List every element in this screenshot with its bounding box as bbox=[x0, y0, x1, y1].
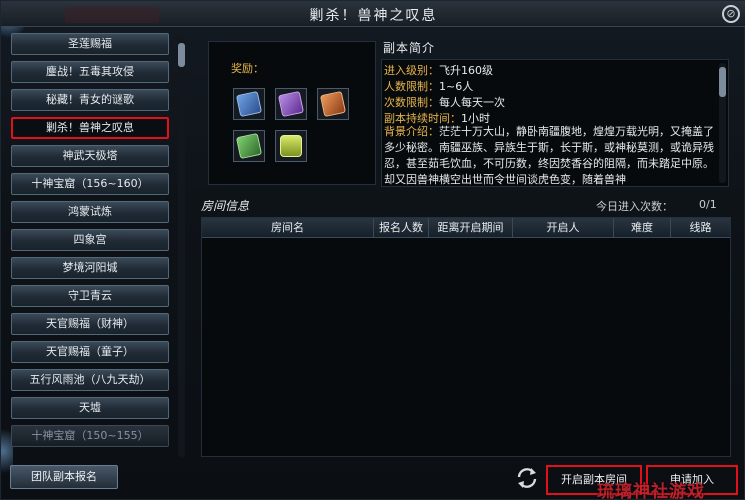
info-value: 1~6人 bbox=[439, 80, 474, 93]
sidebar-item[interactable]: 鏖战！五毒其攻侵 bbox=[11, 61, 169, 83]
today-entries-label: 今日进入次数： bbox=[596, 200, 673, 213]
info-key: 进入级别： bbox=[384, 64, 439, 77]
info-line: 次数限制：每人每天一次 bbox=[384, 94, 505, 110]
info-value: 飞升160级 bbox=[439, 64, 493, 77]
column-header-time-to-open[interactable]: 距离开启期间 bbox=[429, 218, 513, 238]
reward-slot[interactable] bbox=[233, 130, 265, 162]
background-description: 背景介绍：茫茫十万大山，静卧南疆腹地，煌煌万载光明，又掩盖了多少秘密。南疆巫族、… bbox=[384, 124, 714, 188]
reward-label: 奖励： bbox=[231, 62, 264, 75]
sidebar-item[interactable]: 神武天极塔 bbox=[11, 145, 169, 167]
blue-book-icon bbox=[235, 90, 263, 118]
info-key: 人数限制： bbox=[384, 80, 439, 93]
reward-slot[interactable] bbox=[233, 88, 265, 120]
sidebar-scrollbar[interactable] bbox=[178, 37, 185, 457]
sidebar-item[interactable]: 天墟 bbox=[11, 397, 169, 419]
reward-slot[interactable] bbox=[317, 88, 349, 120]
window-title: 剿杀！兽神之叹息 bbox=[309, 8, 438, 24]
room-section-title: 房间信息 bbox=[201, 199, 250, 213]
info-panel: 进入级别：飞升160级 人数限制：1~6人 次数限制：每人每天一次 副本持续时间… bbox=[381, 59, 729, 187]
column-header-difficulty[interactable]: 难度 bbox=[614, 218, 671, 238]
info-key: 背景介绍： bbox=[384, 125, 439, 138]
info-key: 次数限制： bbox=[384, 96, 439, 109]
column-header-room-name[interactable]: 房间名 bbox=[202, 218, 374, 238]
column-header-opener[interactable]: 开启人 bbox=[513, 218, 614, 238]
sidebar-item[interactable]: 圣莲赐福 bbox=[11, 33, 169, 55]
watermark: 琉璃神社游戏 bbox=[597, 482, 705, 500]
column-header-signup-count[interactable]: 报名人数 bbox=[374, 218, 429, 238]
sidebar-item[interactable]: 梦境河阳城 bbox=[11, 257, 169, 279]
info-scroll-thumb[interactable] bbox=[719, 67, 726, 97]
sidebar-item[interactable]: 十神宝窟（150~155） bbox=[11, 425, 169, 447]
title-bar: 剿杀！兽神之叹息 ⊘ bbox=[1, 1, 745, 27]
sidebar-item[interactable]: 十神宝窟（156~160） bbox=[11, 173, 169, 195]
sidebar-item[interactable]: 四象宫 bbox=[11, 229, 169, 251]
refresh-icon[interactable] bbox=[515, 466, 539, 490]
reward-panel: 奖励： bbox=[208, 41, 376, 185]
purple-book-icon bbox=[277, 90, 305, 118]
sidebar-item[interactable]: 天官赐福（童子） bbox=[11, 341, 169, 363]
green-book-icon bbox=[235, 132, 263, 160]
dungeon-window: 剿杀！兽神之叹息 ⊘ 圣莲赐福 鏖战！五毒其攻侵 秘藏！青女的谜歌 剿杀！兽神之… bbox=[0, 0, 745, 500]
today-entries-count: 0/1 bbox=[699, 198, 717, 211]
jade-chest-icon bbox=[280, 135, 302, 157]
reward-slot[interactable] bbox=[275, 88, 307, 120]
close-icon[interactable]: ⊘ bbox=[722, 5, 740, 23]
sidebar-item[interactable]: 五行风雨池（八九天劫） bbox=[11, 369, 169, 391]
info-title: 副本简介 bbox=[383, 41, 436, 55]
column-header-line[interactable]: 线路 bbox=[671, 218, 730, 238]
sidebar-item[interactable]: 秘藏！青女的谜歌 bbox=[11, 89, 169, 111]
info-line: 进入级别：飞升160级 bbox=[384, 62, 493, 78]
sidebar-item-selected[interactable]: 剿杀！兽神之叹息 bbox=[11, 117, 169, 139]
reward-slot[interactable] bbox=[275, 130, 307, 162]
sidebar-item[interactable]: 守卫青云 bbox=[11, 285, 169, 307]
orange-book-icon bbox=[319, 90, 347, 118]
team-signup-button[interactable]: 团队副本报名 bbox=[10, 465, 118, 489]
info-scrollbar[interactable] bbox=[719, 63, 726, 183]
info-line: 人数限制：1~6人 bbox=[384, 78, 473, 94]
sidebar-scroll-thumb[interactable] bbox=[178, 43, 185, 67]
info-value: 每人每天一次 bbox=[439, 96, 505, 109]
room-table: 房间名 报名人数 距离开启期间 开启人 难度 线路 bbox=[201, 217, 731, 457]
sidebar-item[interactable]: 鸿蒙试炼 bbox=[11, 201, 169, 223]
sidebar-item[interactable]: 天官赐福（财神） bbox=[11, 313, 169, 335]
